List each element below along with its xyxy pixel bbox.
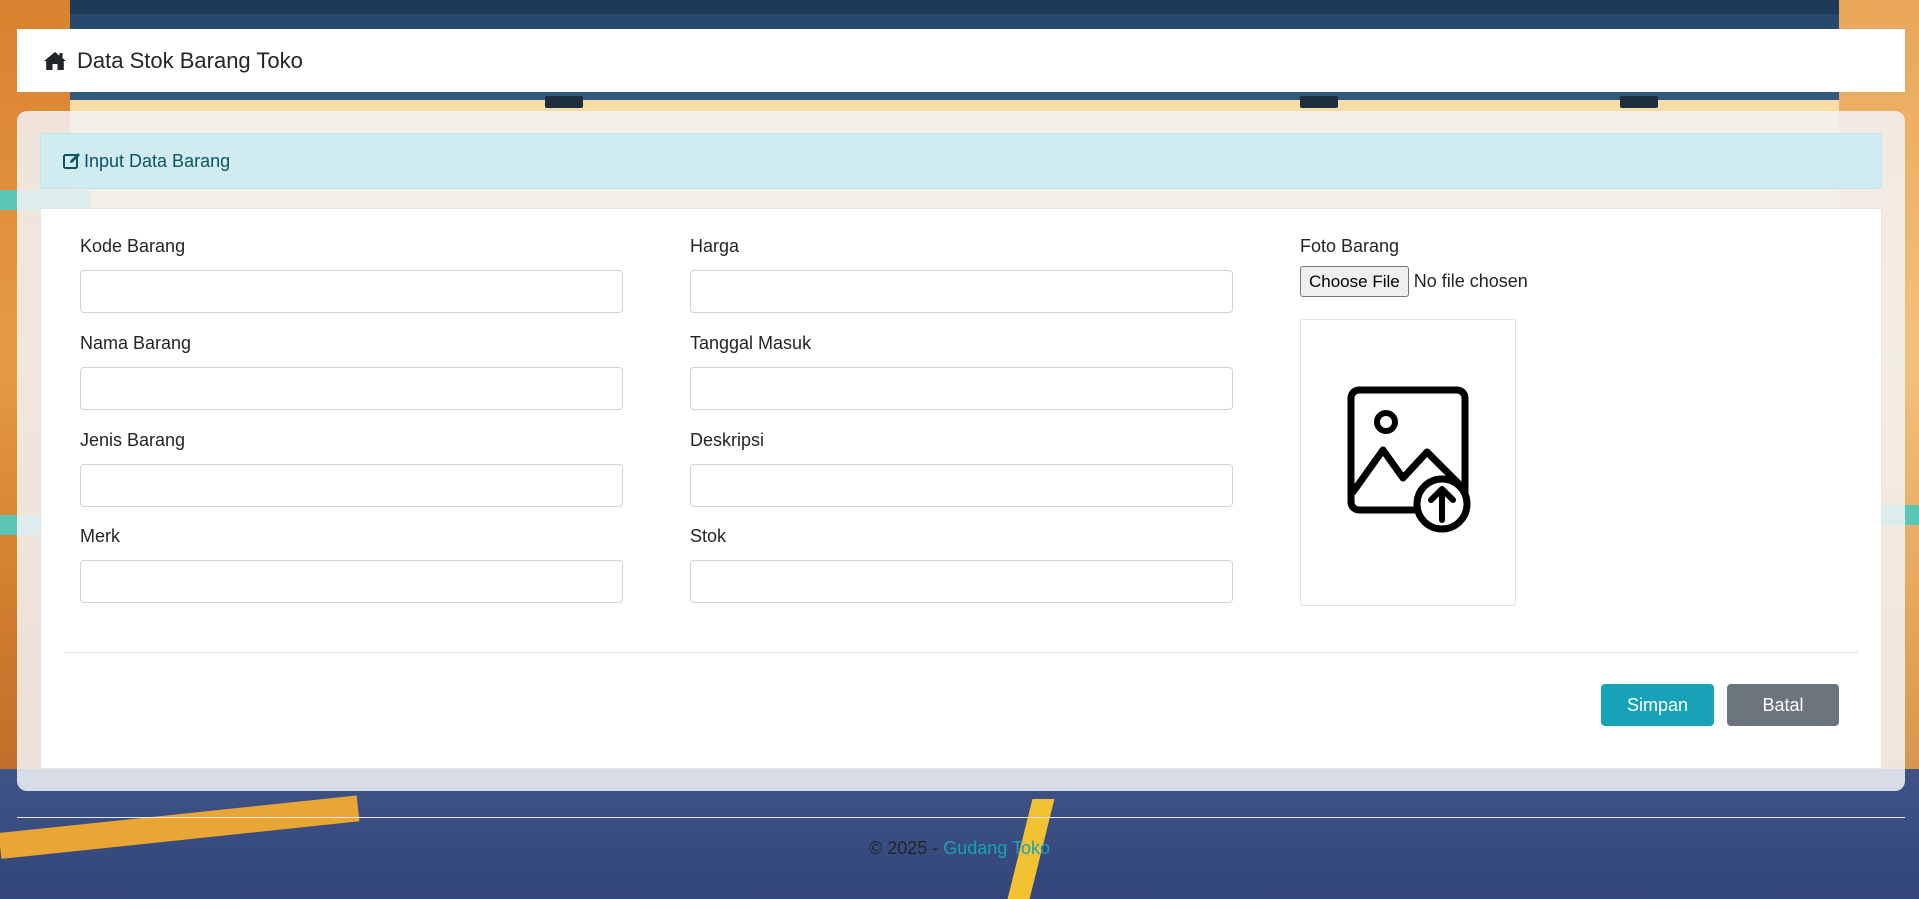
choose-file-button[interactable]: Choose File xyxy=(1300,266,1409,297)
image-preview xyxy=(1300,319,1516,606)
deskripsi-input[interactable] xyxy=(690,464,1233,507)
navbar: Data Stok Barang Toko xyxy=(17,29,1905,92)
edit-icon xyxy=(62,151,82,171)
merk-input[interactable] xyxy=(80,560,623,603)
footer: © 2025 - Gudang Toko xyxy=(0,838,1919,859)
field-foto-barang: Foto Barang xyxy=(1300,235,1399,270)
image-upload-icon xyxy=(1345,382,1471,543)
field-label: Harga xyxy=(690,236,740,256)
field-label: Foto Barang xyxy=(1300,236,1400,256)
save-button[interactable]: Simpan xyxy=(1601,684,1714,726)
field-merk: Merk xyxy=(80,525,623,603)
stok-input[interactable] xyxy=(690,560,1233,603)
field-label: Stok xyxy=(690,526,727,546)
field-label: Jenis Barang xyxy=(80,430,186,450)
harga-input[interactable] xyxy=(690,270,1233,313)
field-kode-barang: Kode Barang xyxy=(80,235,623,313)
navbar-brand[interactable]: Data Stok Barang Toko xyxy=(77,48,303,74)
field-jenis-barang: Jenis Barang xyxy=(80,429,623,507)
field-label: Kode Barang xyxy=(80,236,186,256)
file-input: Choose File No file chosen xyxy=(1300,266,1528,297)
form-title: Input Data Barang xyxy=(84,150,231,171)
form-divider xyxy=(64,652,1858,653)
field-deskripsi: Deskripsi xyxy=(690,429,1233,507)
cancel-button[interactable]: Batal xyxy=(1727,684,1839,726)
nama-barang-input[interactable] xyxy=(80,367,623,410)
footer-link[interactable]: Gudang Toko xyxy=(943,838,1050,858)
footer-divider xyxy=(17,817,1905,818)
field-tanggal-masuk: Tanggal Masuk xyxy=(690,332,1233,410)
jenis-barang-input[interactable] xyxy=(80,464,623,507)
field-label: Merk xyxy=(80,526,120,546)
field-label: Deskripsi xyxy=(690,430,765,450)
field-label: Tanggal Masuk xyxy=(690,333,812,353)
file-status: No file chosen xyxy=(1413,271,1528,291)
field-harga: Harga xyxy=(690,235,1233,313)
input-card: Input Data Barang Kode Barang Nama Baran… xyxy=(17,111,1905,791)
field-stok: Stok xyxy=(690,525,1233,603)
home-icon[interactable] xyxy=(43,50,67,72)
form-panel: Kode Barang Nama Barang Jenis Barang Mer… xyxy=(40,208,1882,769)
tanggal-masuk-input[interactable] xyxy=(690,367,1233,410)
field-nama-barang: Nama Barang xyxy=(80,332,623,410)
kode-barang-input[interactable] xyxy=(80,270,623,313)
form-title-alert: Input Data Barang xyxy=(40,133,1882,189)
field-label: Nama Barang xyxy=(80,333,192,353)
footer-copyright: © 2025 - xyxy=(868,838,944,858)
